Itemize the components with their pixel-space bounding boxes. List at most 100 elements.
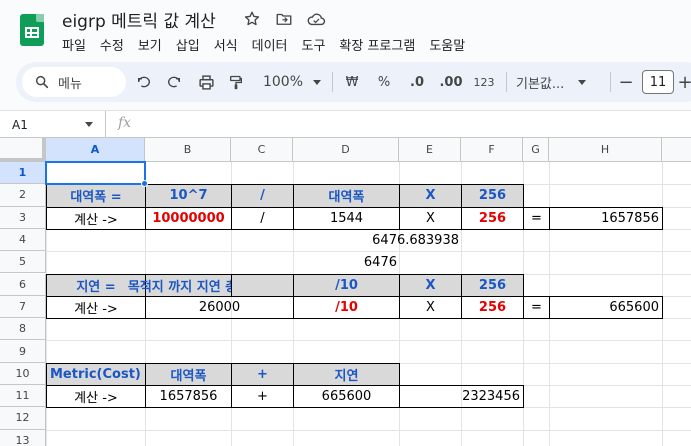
cell-f2[interactable]: 256 [461,184,524,208]
cell-g3[interactable]: = [523,206,550,230]
cell-a7[interactable]: 계산 -> [46,295,146,320]
increase-font-size-button[interactable]: + [677,72,691,93]
cell-b11[interactable]: 1657856 [145,385,232,409]
percent-format-button[interactable]: % [374,72,394,92]
row-header-11[interactable]: 11 [0,385,46,408]
print-icon[interactable] [196,72,216,92]
cell-b10[interactable]: 대역폭 [145,362,232,386]
menu-tools[interactable]: 도구 [302,35,326,54]
cell-e11[interactable]: 2323456 [399,385,524,409]
row-header-3[interactable]: 3 [0,206,46,229]
document-title[interactable]: eigrp 메트릭 값 계산 [62,7,216,32]
row-header-13[interactable]: 13 [0,429,46,446]
decrease-font-size-button[interactable]: − [616,72,636,93]
menu-data[interactable]: 데이터 [252,35,288,54]
cell-d10[interactable]: 지연 [293,362,400,386]
menu-help[interactable]: 도움말 [429,35,465,54]
cell-b3[interactable]: 10000000 [145,206,232,230]
cloud-status-icon[interactable] [306,9,326,29]
row-header-2[interactable]: 2 [0,184,46,207]
undo-icon[interactable] [134,72,154,92]
more-formats-button[interactable]: 123 [472,72,496,92]
column-header-c[interactable]: C [231,138,293,162]
search-icon [35,75,49,89]
menu-search[interactable]: 메뉴 [22,67,126,97]
cell-a2[interactable]: 대역폭 = [46,184,146,208]
name-box[interactable]: A1 [0,111,106,138]
cell-e2[interactable]: X [399,184,462,208]
cell-b7[interactable]: 26000 [145,295,294,320]
selected-cell-a1[interactable] [45,161,146,186]
menu-insert[interactable]: 삽입 [176,35,200,54]
formula-bar: A1 fx [0,110,691,138]
column-header-h[interactable]: H [549,138,662,162]
currency-format-button[interactable]: ₩ [342,72,362,92]
cell-h7[interactable]: 665600 [549,295,663,320]
row-header-8[interactable]: 8 [0,318,46,341]
cell-d7[interactable]: /10 [293,295,400,320]
cell-d11[interactable]: 665600 [293,385,400,409]
font-family-value: 기본값... [516,76,565,92]
zoom-select[interactable]: 100% [260,72,324,92]
increase-decimal-button[interactable]: .00 [438,72,464,92]
cell-c10[interactable]: + [231,362,294,386]
cell-f7[interactable]: 256 [461,295,524,320]
cell-e7[interactable]: X [399,295,462,320]
row-header-10[interactable]: 10 [0,362,46,385]
column-header-f[interactable]: F [461,138,523,162]
cell-d2[interactable]: 대역폭 [293,184,400,208]
cell-e6[interactable]: X [399,273,462,297]
cell-h3[interactable]: 1657856 [549,206,663,230]
row-header-7[interactable]: 7 [0,295,46,319]
row-header-1[interactable]: 1 [0,162,46,185]
cell-d6[interactable]: /10 [293,273,400,297]
menu-file[interactable]: 파일 [62,35,86,54]
menu-extensions[interactable]: 확장 프로그램 [339,35,415,54]
column-header-i[interactable] [662,138,691,162]
row-header-9[interactable]: 9 [0,340,46,363]
paint-format-icon[interactable] [226,72,246,92]
cell-d4[interactable]: 6476.683938 [293,229,462,252]
column-header-a[interactable]: A [46,138,145,162]
spreadsheet-grid[interactable]: A B C D E F G H 1 2 3 4 5 6 7 8 9 10 11 12 13 대역폭 = 10^7/대역폭 X 2… [0,138,691,446]
column-header-d[interactable]: D [293,138,399,162]
menu-format[interactable]: 서식 [214,35,238,54]
row-header-4[interactable]: 4 [0,228,46,252]
column-header-b[interactable]: B [145,138,231,162]
column-header-g[interactable]: G [523,138,549,162]
row-header-12[interactable]: 12 [0,407,46,430]
cell-d5[interactable]: 6476 [293,251,400,274]
row-header-5[interactable]: 5 [0,251,46,274]
cell-a10[interactable]: Metric(Cost) = [46,362,156,386]
sheets-logo-icon[interactable] [20,14,44,46]
chevron-down-icon [85,122,93,127]
select-all-corner[interactable] [0,138,46,162]
cell-c11[interactable]: + [231,385,294,409]
chevron-down-icon [578,79,587,85]
column-header-e[interactable]: E [399,138,461,162]
decrease-decimal-button[interactable]: .0 [406,72,428,92]
font-family-select[interactable]: 기본값... [516,72,602,92]
menu-view[interactable]: 보기 [138,35,162,54]
cell-b2[interactable]: 10^7 [145,184,232,208]
cell-a11[interactable]: 계산 -> [46,385,146,409]
menu-edit[interactable]: 수정 [100,35,124,54]
redo-icon[interactable] [164,72,184,92]
cell-a3[interactable]: 계산 -> [46,206,146,230]
menu-bar: 파일 수정 보기 삽입 서식 데이터 도구 확장 프로그램 도움말 [62,35,465,54]
cell-f6[interactable]: 256 [461,273,524,297]
cell-c2[interactable]: / [231,184,294,208]
row-header-6[interactable]: 6 [0,273,46,296]
font-size-input[interactable]: 11 [642,70,674,94]
toolbar: 메뉴 100% ₩ % .0 .00 123 기본값... − 11 + [16,62,691,102]
menu-search-label: 메뉴 [58,76,82,92]
cell-c6[interactable] [231,273,294,297]
cell-b6[interactable]: 목적지 까지 지연 총합 [128,273,249,297]
move-to-folder-icon[interactable] [274,9,294,29]
cell-g7[interactable]: = [523,295,550,320]
cell-f3[interactable]: 256 [461,206,524,230]
cell-d3[interactable]: 1544 [293,206,400,230]
cell-e3[interactable]: X [399,206,462,230]
cell-c3[interactable]: / [231,206,294,230]
star-icon[interactable] [242,9,262,29]
